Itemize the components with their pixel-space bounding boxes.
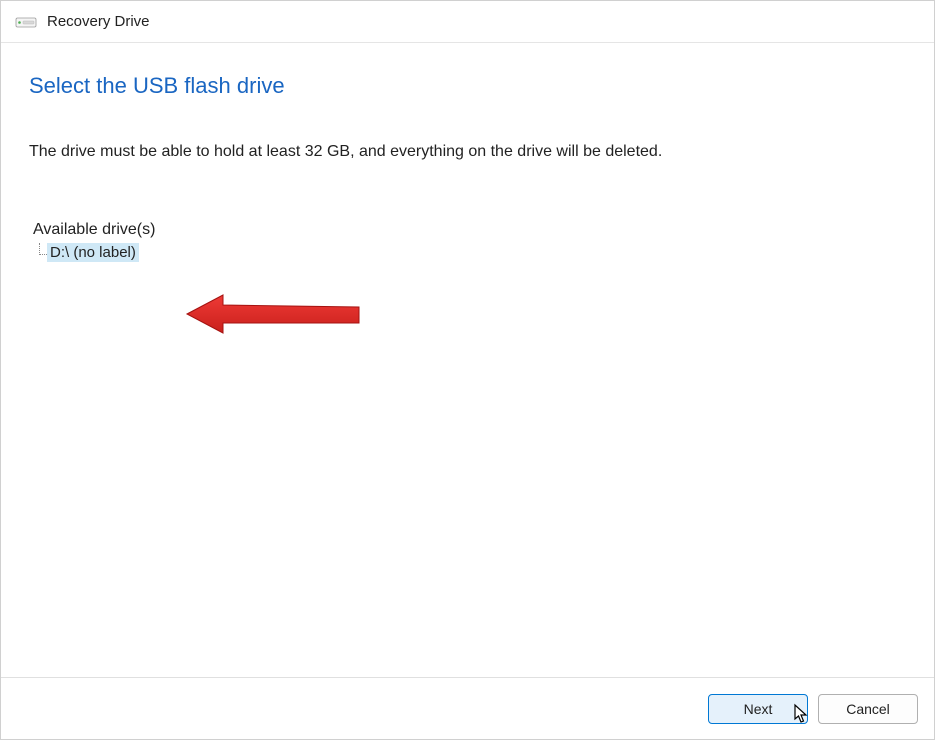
drive-tree: D:\ (no label): [33, 243, 906, 262]
next-button[interactable]: Next: [708, 694, 808, 724]
drive-item-d[interactable]: D:\ (no label): [47, 243, 139, 262]
page-description: The drive must be able to hold at least …: [29, 143, 906, 161]
page-heading: Select the USB flash drive: [29, 73, 906, 99]
cancel-button[interactable]: Cancel: [818, 694, 918, 724]
footer-buttons: Next Cancel: [1, 677, 934, 739]
content-area: Select the USB flash drive The drive mus…: [1, 43, 934, 677]
arrow-annotation: [183, 289, 363, 344]
drive-icon: [15, 15, 37, 29]
available-drives-label: Available drive(s): [33, 221, 906, 239]
title-bar: Recovery Drive: [1, 1, 934, 43]
recovery-drive-window: Recovery Drive Select the USB flash driv…: [0, 0, 935, 740]
window-title: Recovery Drive: [47, 13, 150, 30]
drives-section: Available drive(s) D:\ (no label): [29, 221, 906, 262]
tree-connector: [39, 243, 47, 255]
